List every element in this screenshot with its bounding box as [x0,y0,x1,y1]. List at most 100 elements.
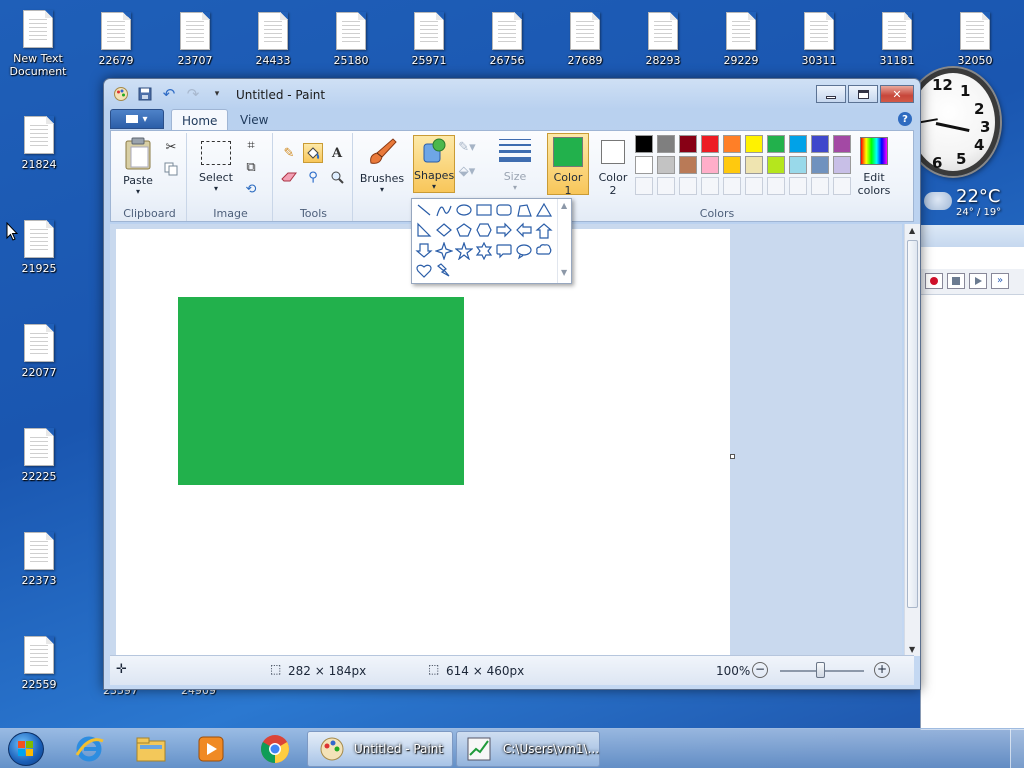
internet-explorer-icon[interactable] [62,732,116,766]
desktop-icon-28293[interactable]: 28293 [631,12,695,67]
paint-titlebar[interactable]: ↶ ↷ ▾ Untitled - Paint ✕ [104,79,920,109]
background-window[interactable]: » [920,225,1024,730]
scroll-down-arrow[interactable]: ▼ [561,268,567,277]
desktop-icon-31181[interactable]: 31181 [865,12,929,67]
five-point-star-shape-icon[interactable] [454,241,474,261]
palette-custom-swatch[interactable] [635,177,653,195]
six-point-star-shape-icon[interactable] [474,241,494,261]
start-button[interactable] [8,732,44,766]
close-button[interactable]: ✕ [880,85,914,103]
scrollbar-thumb[interactable] [907,240,918,608]
tab-view[interactable]: View [230,109,278,131]
undo-icon[interactable]: ↶ [160,85,178,103]
desktop-icon-21824[interactable]: 21824 [7,116,71,171]
resize-icon[interactable]: ⧉ [241,157,261,177]
minimize-button[interactable] [816,85,846,103]
desktop-icon-22373[interactable]: 22373 [7,532,71,587]
chrome-icon[interactable] [248,732,302,766]
edit-colors-button[interactable]: Edit colors [851,133,897,197]
paste-button[interactable]: Paste ▾ [117,137,159,196]
right-arrow-shape-icon[interactable] [494,221,514,241]
heart-shape-icon[interactable] [414,261,434,281]
copy-icon[interactable] [161,159,181,179]
desktop-icon-23707[interactable]: 23707 [163,12,227,67]
scroll-down-arrow[interactable]: ▼ [909,645,915,654]
desktop-icon-22077[interactable]: 22077 [7,324,71,379]
color2-button[interactable]: Color 2 [592,133,634,197]
zoom-slider-thumb[interactable] [816,662,825,678]
outline-icon[interactable]: ✎▾ [457,137,477,157]
magnifier-icon[interactable] [327,167,347,187]
zoom-in-button[interactable]: + [874,662,890,678]
palette-custom-swatch[interactable] [767,177,785,195]
play-button[interactable] [969,273,987,289]
four-point-star-shape-icon[interactable] [434,241,454,261]
palette-swatch[interactable] [789,156,807,174]
show-desktop-button[interactable] [1010,729,1024,768]
stop-button[interactable] [947,273,965,289]
canvas-area[interactable] [110,224,902,656]
pencil-icon[interactable]: ✎ [279,143,299,163]
select-button[interactable]: Select ▾ [193,137,239,193]
palette-swatch[interactable] [701,156,719,174]
palette-swatch[interactable] [657,156,675,174]
drawing-canvas[interactable] [116,229,730,656]
pentagon-shape-icon[interactable] [454,221,474,241]
weather-gadget[interactable]: 22°C 24° / 19° [922,186,1012,220]
diamond-shape-icon[interactable] [434,221,454,241]
paint-menu-button[interactable]: ▾ [110,109,164,129]
palette-swatch[interactable] [833,156,851,174]
canvas-resize-handle[interactable] [730,454,735,459]
palette-swatch[interactable] [701,135,719,153]
palette-swatch[interactable] [723,135,741,153]
palette-custom-swatch[interactable] [657,177,675,195]
lightning-shape-icon[interactable] [434,261,454,281]
record-button[interactable] [925,273,943,289]
palette-custom-swatch[interactable] [745,177,763,195]
palette-swatch[interactable] [635,135,653,153]
color-picker-icon[interactable]: ⚲ [303,167,323,187]
taskbar-task-paint[interactable]: Untitled - Paint [307,731,453,767]
file-explorer-icon[interactable] [124,732,178,766]
desktop-icon-22225[interactable]: 22225 [7,428,71,483]
desktop-icon-24433[interactable]: 24433 [241,12,305,67]
polygon-shape-icon[interactable] [514,201,534,221]
up-arrow-shape-icon[interactable] [534,221,554,241]
desktop-icon-22679[interactable]: 22679 [84,12,148,67]
curve-shape-icon[interactable] [434,201,454,221]
palette-swatch[interactable] [723,156,741,174]
desktop-icon-29229[interactable]: 29229 [709,12,773,67]
zoom-out-button[interactable]: − [752,662,768,678]
palette-swatch[interactable] [767,156,785,174]
paint-app-icon[interactable] [112,86,130,102]
palette-swatch[interactable] [679,135,697,153]
save-icon[interactable] [136,86,154,102]
left-arrow-shape-icon[interactable] [514,221,534,241]
fill-icon[interactable]: ⬙▾ [457,161,477,181]
rounded-rectangle-shape-icon[interactable] [494,201,514,221]
palette-swatch[interactable] [745,135,763,153]
redo-icon[interactable]: ↷ [184,85,202,103]
line-shape-icon[interactable] [414,201,434,221]
palette-swatch[interactable] [679,156,697,174]
palette-custom-swatch[interactable] [811,177,829,195]
hexagon-shape-icon[interactable] [474,221,494,241]
palette-swatch[interactable] [767,135,785,153]
desktop-icon-25971[interactable]: 25971 [397,12,461,67]
palette-custom-swatch[interactable] [789,177,807,195]
color1-button[interactable]: Color 1 [547,133,589,197]
desktop-icon-27689[interactable]: 27689 [553,12,617,67]
eraser-icon[interactable] [279,167,299,187]
palette-swatch[interactable] [833,135,851,153]
fast-forward-button[interactable]: » [991,273,1009,289]
text-icon[interactable]: A [327,143,347,163]
rectangle-shape-icon[interactable] [474,201,494,221]
palette-swatch[interactable] [811,135,829,153]
paint-window[interactable]: ↶ ↷ ▾ Untitled - Paint ✕ ▾ Home View ? P… [103,78,921,690]
tab-home[interactable]: Home [171,109,229,131]
size-button[interactable]: Size ▾ [493,135,537,192]
scroll-up-arrow[interactable]: ▲ [909,226,915,235]
palette-swatch[interactable] [745,156,763,174]
desktop-icon-new-text-document[interactable]: New Text Document [6,10,70,78]
triangle-shape-icon[interactable] [534,201,554,221]
